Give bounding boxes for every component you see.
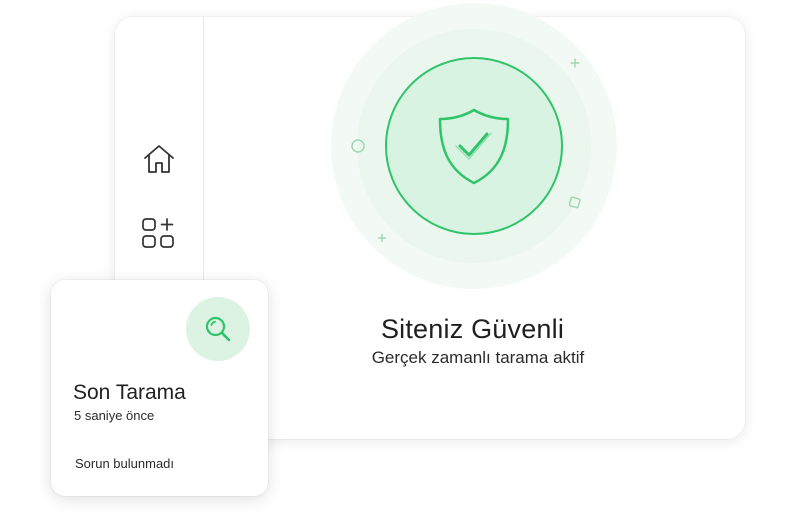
sparkle-plus-bottom xyxy=(377,233,387,243)
scan-result-text: Sorun bulunmadı xyxy=(75,456,175,471)
home-icon xyxy=(144,145,174,173)
sidebar-item-apps[interactable] xyxy=(139,213,179,253)
last-scan-card: Son Tarama 5 saniye önce Sorun bulunmadı xyxy=(51,280,268,496)
scan-button[interactable] xyxy=(186,297,250,361)
status-subtitle: Gerçek zamanlı tarama aktif xyxy=(371,348,585,367)
status-title: Siteniz Güvenli xyxy=(380,314,565,344)
sparkle-dot-left xyxy=(351,139,365,153)
sidebar-item-home[interactable] xyxy=(139,139,179,179)
last-scan-time: 5 saniye önce xyxy=(74,408,155,423)
apps-add-icon xyxy=(142,218,174,248)
stage: Siteniz Güvenli Gerçek zamanlı tarama ak… xyxy=(0,0,800,516)
shield-check-icon xyxy=(438,108,510,185)
last-scan-title: Son Tarama xyxy=(73,381,186,404)
search-icon xyxy=(205,316,231,342)
security-status-badge xyxy=(385,57,563,235)
sparkle-square xyxy=(568,196,581,209)
sparkle-plus-top xyxy=(570,58,580,68)
